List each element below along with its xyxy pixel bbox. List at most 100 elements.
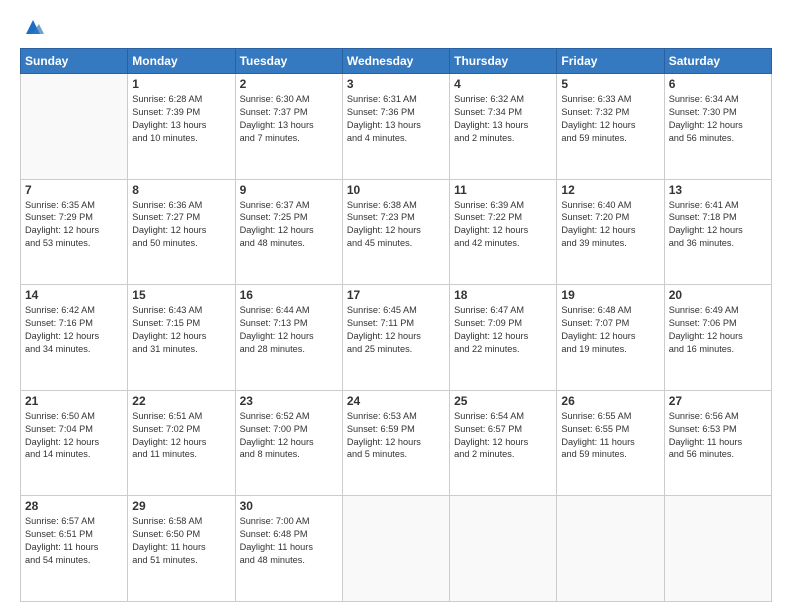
cell-line: and 45 minutes. (347, 237, 445, 250)
calendar-cell (342, 496, 449, 602)
cell-line: Daylight: 12 hours (454, 330, 552, 343)
cell-line: Sunset: 7:02 PM (132, 423, 230, 436)
day-number: 10 (347, 183, 445, 197)
day-number: 15 (132, 288, 230, 302)
day-number: 11 (454, 183, 552, 197)
cell-line: Daylight: 13 hours (240, 119, 338, 132)
cell-line: and 2 minutes. (454, 448, 552, 461)
cell-line: Daylight: 12 hours (132, 330, 230, 343)
calendar-cell: 15Sunrise: 6:43 AMSunset: 7:15 PMDayligh… (128, 285, 235, 391)
cell-line: Sunset: 7:04 PM (25, 423, 123, 436)
cell-line: Sunrise: 6:58 AM (132, 515, 230, 528)
cell-line: and 10 minutes. (132, 132, 230, 145)
day-number: 30 (240, 499, 338, 513)
day-number: 17 (347, 288, 445, 302)
calendar-cell (664, 496, 771, 602)
day-number: 16 (240, 288, 338, 302)
cell-line: Sunset: 7:16 PM (25, 317, 123, 330)
cell-line: Sunrise: 6:34 AM (669, 93, 767, 106)
day-number: 5 (561, 77, 659, 91)
cell-line: Sunset: 7:00 PM (240, 423, 338, 436)
day-number: 25 (454, 394, 552, 408)
cell-line: Sunset: 7:18 PM (669, 211, 767, 224)
cell-line: Sunrise: 6:45 AM (347, 304, 445, 317)
cell-line: Sunset: 7:27 PM (132, 211, 230, 224)
cell-line: Daylight: 12 hours (561, 330, 659, 343)
cell-line: and 11 minutes. (132, 448, 230, 461)
day-number: 8 (132, 183, 230, 197)
cell-line: Daylight: 12 hours (454, 224, 552, 237)
cell-line: and 56 minutes. (669, 448, 767, 461)
cell-line: Sunrise: 6:37 AM (240, 199, 338, 212)
cell-line: Daylight: 12 hours (347, 224, 445, 237)
calendar-week-1: 7Sunrise: 6:35 AMSunset: 7:29 PMDaylight… (21, 179, 772, 285)
calendar-cell: 25Sunrise: 6:54 AMSunset: 6:57 PMDayligh… (450, 390, 557, 496)
day-number: 3 (347, 77, 445, 91)
calendar-cell: 26Sunrise: 6:55 AMSunset: 6:55 PMDayligh… (557, 390, 664, 496)
cell-line: and 50 minutes. (132, 237, 230, 250)
cell-line: and 34 minutes. (25, 343, 123, 356)
cell-line: Daylight: 12 hours (561, 119, 659, 132)
cell-line: Sunset: 7:29 PM (25, 211, 123, 224)
cell-line: and 25 minutes. (347, 343, 445, 356)
header (20, 16, 772, 38)
calendar-week-2: 14Sunrise: 6:42 AMSunset: 7:16 PMDayligh… (21, 285, 772, 391)
cell-line: Daylight: 12 hours (25, 436, 123, 449)
logo-icon (22, 16, 44, 38)
calendar-cell: 28Sunrise: 6:57 AMSunset: 6:51 PMDayligh… (21, 496, 128, 602)
col-header-wednesday: Wednesday (342, 49, 449, 74)
calendar-week-0: 1Sunrise: 6:28 AMSunset: 7:39 PMDaylight… (21, 74, 772, 180)
cell-line: Sunset: 7:15 PM (132, 317, 230, 330)
cell-line: Sunset: 7:34 PM (454, 106, 552, 119)
day-number: 12 (561, 183, 659, 197)
cell-line: Sunset: 7:32 PM (561, 106, 659, 119)
cell-line: Sunrise: 6:42 AM (25, 304, 123, 317)
cell-line: Daylight: 11 hours (561, 436, 659, 449)
cell-line: Sunrise: 6:33 AM (561, 93, 659, 106)
day-number: 13 (669, 183, 767, 197)
cell-line: Sunset: 6:55 PM (561, 423, 659, 436)
day-number: 23 (240, 394, 338, 408)
cell-line: Sunset: 7:06 PM (669, 317, 767, 330)
calendar-cell: 6Sunrise: 6:34 AMSunset: 7:30 PMDaylight… (664, 74, 771, 180)
cell-line: and 4 minutes. (347, 132, 445, 145)
cell-line: Daylight: 13 hours (132, 119, 230, 132)
cell-line: Sunset: 7:13 PM (240, 317, 338, 330)
cell-line: and 53 minutes. (25, 237, 123, 250)
calendar-cell: 17Sunrise: 6:45 AMSunset: 7:11 PMDayligh… (342, 285, 449, 391)
col-header-tuesday: Tuesday (235, 49, 342, 74)
cell-line: Daylight: 12 hours (132, 436, 230, 449)
cell-line: Sunset: 7:20 PM (561, 211, 659, 224)
cell-line: Sunset: 6:50 PM (132, 528, 230, 541)
calendar-cell (21, 74, 128, 180)
cell-line: and 59 minutes. (561, 448, 659, 461)
col-header-sunday: Sunday (21, 49, 128, 74)
cell-line: Sunrise: 7:00 AM (240, 515, 338, 528)
page: SundayMondayTuesdayWednesdayThursdayFrid… (0, 0, 792, 612)
cell-line: Sunrise: 6:54 AM (454, 410, 552, 423)
cell-line: Daylight: 11 hours (240, 541, 338, 554)
cell-line: Daylight: 12 hours (347, 330, 445, 343)
cell-line: and 5 minutes. (347, 448, 445, 461)
cell-line: and 31 minutes. (132, 343, 230, 356)
calendar-cell: 9Sunrise: 6:37 AMSunset: 7:25 PMDaylight… (235, 179, 342, 285)
day-number: 6 (669, 77, 767, 91)
cell-line: Sunrise: 6:41 AM (669, 199, 767, 212)
cell-line: Sunset: 7:07 PM (561, 317, 659, 330)
cell-line: Sunset: 7:25 PM (240, 211, 338, 224)
cell-line: Sunset: 7:09 PM (454, 317, 552, 330)
cell-line: Sunset: 7:22 PM (454, 211, 552, 224)
calendar-cell: 8Sunrise: 6:36 AMSunset: 7:27 PMDaylight… (128, 179, 235, 285)
cell-line: Sunrise: 6:36 AM (132, 199, 230, 212)
calendar-cell: 3Sunrise: 6:31 AMSunset: 7:36 PMDaylight… (342, 74, 449, 180)
cell-line: and 22 minutes. (454, 343, 552, 356)
cell-line: and 42 minutes. (454, 237, 552, 250)
cell-line: Daylight: 12 hours (240, 224, 338, 237)
cell-line: Sunrise: 6:44 AM (240, 304, 338, 317)
calendar-cell: 1Sunrise: 6:28 AMSunset: 7:39 PMDaylight… (128, 74, 235, 180)
cell-line: Sunrise: 6:31 AM (347, 93, 445, 106)
cell-line: Sunset: 7:36 PM (347, 106, 445, 119)
day-number: 2 (240, 77, 338, 91)
cell-line: and 28 minutes. (240, 343, 338, 356)
col-header-thursday: Thursday (450, 49, 557, 74)
